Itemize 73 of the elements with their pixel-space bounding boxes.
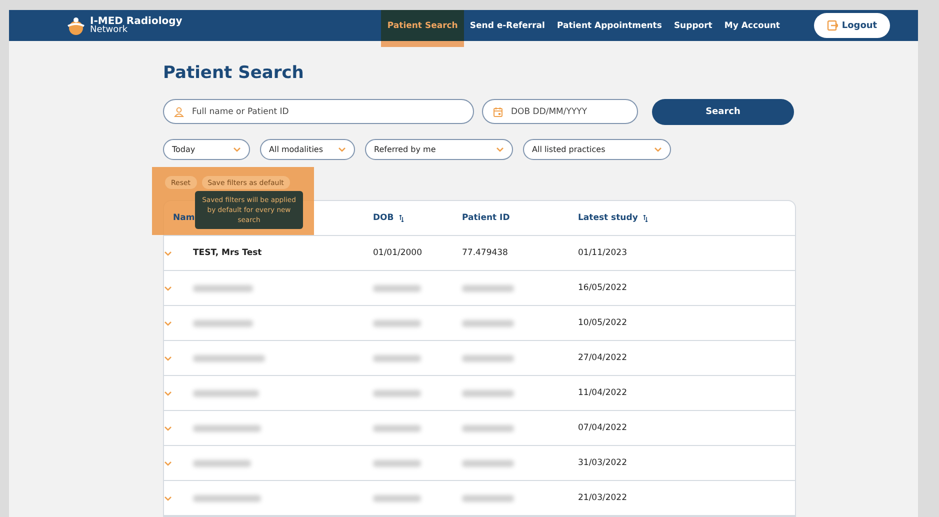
sort-icon[interactable] [642, 214, 648, 222]
latest-study-cell-text: 21/03/2022 [578, 493, 628, 503]
chevron-down-icon [233, 147, 241, 152]
logo-text: I-MED Radiology [90, 16, 182, 26]
column-header: Patient ID [462, 213, 510, 223]
nav-link[interactable]: Send e-Referral [464, 10, 551, 41]
expand-chevron-icon [164, 320, 172, 326]
table-row[interactable]: 16/05/2022 [164, 271, 795, 306]
table-row[interactable]: 31/03/2022 [164, 446, 795, 481]
latest-study-cell-text: 31/03/2022 [578, 458, 628, 468]
dob-cell-text: 01/01/2000 [373, 248, 423, 258]
table-row[interactable]: 07/04/2022 [164, 411, 795, 446]
latest-study-cell-text: 16/05/2022 [578, 283, 628, 293]
expand-chevron-icon [164, 250, 172, 256]
table-row[interactable]: 11/04/2022 [164, 376, 795, 411]
dob-input[interactable]: DOB DD/MM/YYYY [509, 106, 637, 118]
blurred-dob [373, 320, 421, 326]
chevron-down-icon [338, 147, 346, 152]
name-search-input[interactable]: Full name or Patient ID [190, 106, 473, 118]
filter-dropdown[interactable]: Referred by me [365, 139, 513, 160]
expand-chevron-icon [164, 390, 172, 396]
blurred-patient-id [462, 354, 514, 362]
chevron-down-icon [496, 147, 504, 152]
expand-chevron-icon [164, 356, 172, 360]
blurred-patient-id [462, 494, 514, 502]
blurred-dob [373, 284, 421, 292]
dob-field[interactable]: DOB DD/MM/YYYY [482, 99, 638, 124]
expand-chevron-icon [164, 286, 172, 290]
latest-study-cell-text: 01/11/2023 [578, 248, 628, 258]
blurred-patient-id [462, 284, 514, 292]
logo-icon [65, 16, 87, 34]
calendar-icon [493, 106, 503, 116]
patient-id-cell-text: 77.479438 [462, 248, 509, 258]
latest-study-cell-text: 11/04/2022 [578, 388, 628, 398]
name-search-field[interactable]: Full name or Patient ID [163, 99, 474, 124]
sort-icon[interactable] [398, 214, 404, 222]
sortable-column-header[interactable]: DOB [373, 213, 404, 223]
table-row[interactable]: TEST, Mrs Test 01/01/2000 77.479438 01/11/2023 [164, 236, 795, 271]
blurred-patient-id [462, 390, 514, 396]
blurred-dob [373, 390, 421, 396]
table-row[interactable]: 21/03/2022 [164, 481, 795, 516]
expand-chevron-icon [164, 496, 172, 500]
logout-icon [826, 20, 838, 31]
chevron-down-icon [654, 147, 662, 152]
table-row[interactable]: 10/05/2022 [164, 306, 795, 341]
filter-dropdown[interactable]: All modalities [260, 139, 355, 160]
expand-chevron-icon [164, 426, 172, 430]
sortable-column-header[interactable]: Latest study [578, 213, 648, 223]
person-icon [174, 106, 184, 116]
nav-link[interactable]: Support [668, 10, 718, 41]
nav-link[interactable]: My Account [718, 10, 786, 41]
nav-link[interactable]: Patient Appointments [550, 10, 668, 41]
patient-name: TEST, Mrs Test [193, 248, 263, 258]
table-row[interactable]: 27/04/2022 [164, 341, 795, 376]
filter-dropdown[interactable]: Today [163, 139, 250, 160]
latest-study-cell-text: 07/04/2022 [578, 423, 628, 433]
blurred-dob [373, 460, 421, 466]
filter-dropdown[interactable]: All listed practices [523, 139, 671, 160]
logout-button[interactable]: Logout [814, 13, 890, 38]
blurred-dob [373, 494, 421, 502]
latest-study-cell-text: 10/05/2022 [578, 318, 628, 328]
blurred-patient-id [462, 320, 514, 326]
latest-study-cell-text: 27/04/2022 [578, 353, 628, 363]
nav-link[interactable]: Patient Search [381, 10, 464, 41]
blurred-patient-id [462, 460, 514, 466]
blurred-dob [373, 354, 421, 362]
expand-chevron-icon [164, 460, 172, 466]
column-header: Nam [173, 213, 195, 223]
blurred-patient-id [462, 424, 514, 432]
page-title: Patient Search [163, 63, 305, 85]
search-button[interactable]: Search [652, 99, 794, 125]
blurred-dob [373, 424, 421, 432]
logo-subtext: Network [90, 26, 128, 34]
